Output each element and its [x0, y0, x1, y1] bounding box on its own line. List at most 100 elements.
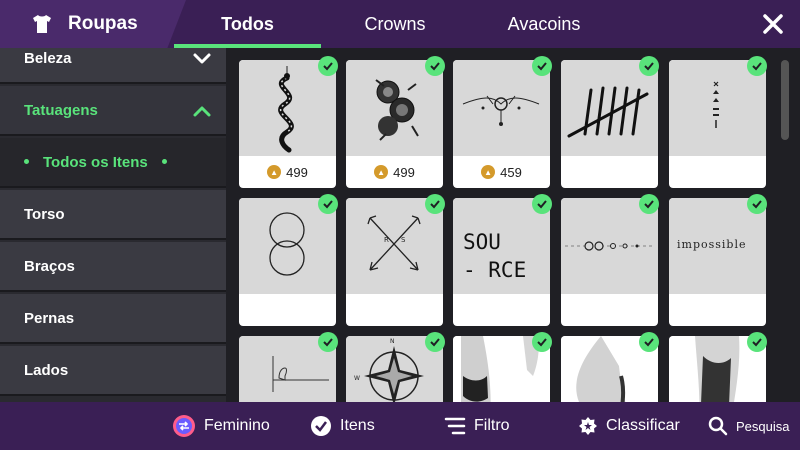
- close-button[interactable]: [758, 9, 788, 39]
- svg-text:N: N: [390, 338, 395, 345]
- gender-swap-icon: [173, 415, 195, 437]
- price-tag: [453, 294, 550, 326]
- item-card[interactable]: [561, 198, 658, 326]
- grid-scrollbar[interactable]: [781, 60, 789, 140]
- wardrobe-screen: Roupas Todos Crowns Avacoins Beleza Tatu…: [0, 0, 800, 450]
- checkmark-icon: [425, 332, 445, 352]
- checkmark-icon: [318, 332, 338, 352]
- check-circle-icon: [311, 416, 331, 436]
- price-value: 499: [286, 164, 308, 180]
- sort-label: Classificar: [606, 417, 680, 434]
- checkmark-icon: [747, 194, 767, 214]
- item-card[interactable]: [239, 198, 336, 326]
- ornament-tattoo-image: [453, 60, 550, 156]
- price-tag: [669, 294, 766, 326]
- sidebar-item-label: Tatuagens: [24, 101, 98, 119]
- sidebar-item-label: Lados: [24, 361, 69, 379]
- tab-crowns[interactable]: Crowns: [321, 0, 469, 48]
- checkmark-icon: [532, 56, 552, 76]
- svg-text:S: S: [401, 236, 406, 244]
- sidebar-item-torso[interactable]: Torso: [0, 190, 226, 240]
- price-tag: [669, 156, 766, 188]
- sidebar-item-todos-os-itens[interactable]: Todos os Itens: [0, 138, 226, 188]
- tattoo-text: impossible: [677, 238, 747, 251]
- svg-text:R: R: [384, 236, 389, 244]
- item-card[interactable]: ▲ 499: [346, 60, 443, 188]
- sidebar-item-label: Torso: [24, 205, 65, 223]
- sidebar-item-tatuagens[interactable]: Tatuagens: [0, 86, 226, 136]
- snake-tattoo-image: [239, 60, 336, 156]
- checkmark-icon: [425, 194, 445, 214]
- checkmark-icon: [425, 56, 445, 76]
- filter-icon: [444, 417, 466, 435]
- badge-star-icon: [579, 417, 597, 435]
- bottom-toolbar: Feminino Itens Filtro Classificar Pesqui…: [0, 402, 800, 450]
- checkmark-icon: [639, 332, 659, 352]
- item-card[interactable]: impossible: [669, 198, 766, 326]
- search-button[interactable]: Pesquisa: [708, 402, 789, 450]
- item-card[interactable]: [561, 60, 658, 188]
- sidebar-item-label: Pernas: [24, 309, 75, 327]
- avacoin-icon: ▲: [267, 165, 282, 179]
- avacoin-icon: ▲: [374, 165, 389, 179]
- tattoo-text-line1: SOU: [463, 230, 501, 254]
- category-sidebar: Beleza Tatuagens Todos os Itens Torso Br…: [0, 48, 226, 402]
- tattoo-text-line2: - RCE: [463, 258, 527, 282]
- brand: Roupas: [0, 0, 186, 48]
- circles-tattoo-image: [239, 198, 336, 294]
- roses-tattoo-image: [346, 60, 443, 156]
- tab-avacoins[interactable]: Avacoins: [469, 0, 619, 48]
- price-tag: ▲ 499: [239, 156, 336, 188]
- sidebar-item-pernas[interactable]: Pernas: [0, 294, 226, 344]
- arrows-tattoo-image: R S: [346, 198, 443, 294]
- price-tag: [561, 156, 658, 188]
- checkmark-icon: [747, 332, 767, 352]
- price-value: 459: [500, 164, 522, 180]
- item-card[interactable]: ▲ 499: [239, 60, 336, 188]
- item-card[interactable]: SOU - RCE: [453, 198, 550, 326]
- checkmark-icon: [318, 56, 338, 76]
- checkmark-icon: [532, 332, 552, 352]
- sort-button[interactable]: Classificar: [578, 402, 680, 450]
- checkmark-icon: [318, 194, 338, 214]
- sidebar-item-lados[interactable]: Lados: [0, 346, 226, 396]
- item-card[interactable]: [669, 60, 766, 188]
- checkmark-icon: [747, 56, 767, 76]
- sidebar-item-label: Todos os Itens: [43, 153, 148, 171]
- filter-label: Filtro: [474, 417, 510, 434]
- price-value: 499: [393, 164, 415, 180]
- chevron-up-icon: [193, 106, 211, 117]
- close-icon: [763, 14, 783, 34]
- items-button[interactable]: Itens: [310, 402, 375, 450]
- page-title: Roupas: [68, 13, 138, 34]
- gender-label: Feminino: [204, 417, 270, 434]
- tab-bar: Todos Crowns Avacoins: [174, 0, 619, 48]
- item-card[interactable]: ▲ 459: [453, 60, 550, 188]
- price-tag: [561, 294, 658, 326]
- bullet-dot: [24, 158, 29, 164]
- checkmark-icon: [639, 56, 659, 76]
- price-tag: [239, 294, 336, 326]
- avacoin-icon: ▲: [481, 165, 496, 179]
- filter-button[interactable]: Filtro: [444, 402, 510, 450]
- bullet-dot: [161, 158, 167, 164]
- sidebar-item-label: Beleza: [24, 49, 72, 67]
- items-label: Itens: [340, 417, 375, 434]
- sidebar-item-label: Braços: [24, 257, 75, 275]
- search-label: Pesquisa: [736, 418, 790, 434]
- gender-toggle-button[interactable]: Feminino: [172, 402, 270, 450]
- svg-text:W: W: [354, 375, 360, 382]
- sidebar-item-beleza[interactable]: Beleza: [0, 48, 226, 84]
- item-card[interactable]: R S: [346, 198, 443, 326]
- price-tag: [346, 294, 443, 326]
- price-tag: ▲ 499: [346, 156, 443, 188]
- search-icon: [708, 416, 728, 436]
- source-text-tattoo-image: SOU - RCE: [453, 198, 550, 294]
- sidebar-item-bracos[interactable]: Braços: [0, 242, 226, 292]
- shirt-icon: [33, 15, 51, 33]
- checkmark-icon: [532, 194, 552, 214]
- top-bar: Roupas Todos Crowns Avacoins: [0, 0, 800, 48]
- checkmark-icon: [639, 194, 659, 214]
- tab-todos[interactable]: Todos: [174, 0, 321, 48]
- item-grid: ▲ 499 ▲ 499 ▲ 459 R S SOU - RCE impossib…: [226, 48, 800, 402]
